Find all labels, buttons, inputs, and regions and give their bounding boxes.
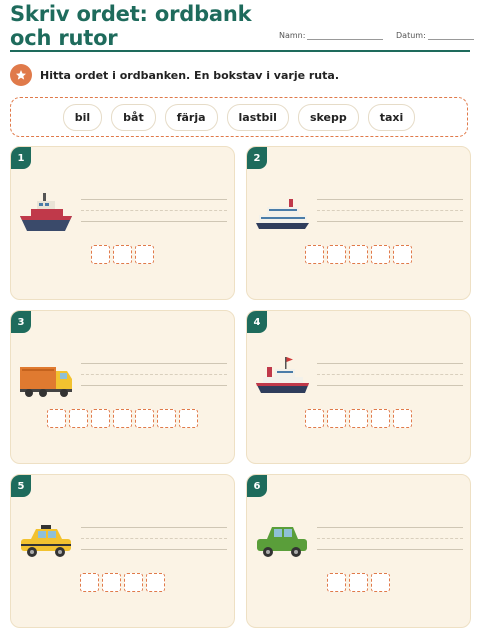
word-bank-item: lastbil	[226, 103, 289, 131]
writing-line	[317, 385, 463, 386]
card-number: 5	[11, 475, 31, 497]
card-number: 6	[247, 475, 267, 497]
writing-line	[81, 549, 227, 550]
letter-boxes	[247, 245, 470, 264]
writing-line-guide	[81, 538, 227, 539]
writing-line-guide	[81, 374, 227, 375]
writing-line	[317, 549, 463, 550]
boat-icon	[20, 193, 72, 231]
letter-box[interactable]	[124, 573, 143, 592]
letter-boxes	[11, 573, 234, 592]
writing-line-guide	[317, 538, 463, 539]
exercise-card-2: 2	[246, 146, 471, 300]
letter-box[interactable]	[157, 409, 176, 428]
writing-line	[317, 199, 463, 200]
letter-box[interactable]	[80, 573, 99, 592]
writing-line-guide	[317, 374, 463, 375]
exercise-card-6: 6	[246, 474, 471, 628]
header-divider	[10, 50, 470, 52]
word-bank-item: bil	[62, 103, 103, 131]
letter-box[interactable]	[393, 245, 412, 264]
letter-box[interactable]	[349, 573, 368, 592]
truck-icon	[20, 367, 72, 397]
letter-boxes	[247, 409, 470, 428]
letter-box[interactable]	[179, 409, 198, 428]
star-icon	[10, 64, 32, 86]
word-bank-item: färja	[164, 103, 218, 131]
letter-box[interactable]	[47, 409, 66, 428]
writing-line	[81, 363, 227, 364]
letter-box[interactable]	[146, 573, 165, 592]
letter-box[interactable]	[371, 409, 390, 428]
writing-line	[317, 221, 463, 222]
letter-box[interactable]	[327, 573, 346, 592]
letter-boxes	[11, 245, 234, 264]
letter-box[interactable]	[327, 245, 346, 264]
word-bank-item: båt	[111, 103, 156, 131]
word-bank: bil båt färja lastbil skepp taxi	[10, 97, 468, 137]
writing-line	[81, 221, 227, 222]
letter-box[interactable]	[349, 245, 368, 264]
writing-line	[317, 527, 463, 528]
letter-box[interactable]	[371, 573, 390, 592]
letter-boxes	[247, 573, 470, 592]
word-bank-item: skepp	[297, 103, 359, 131]
taxi-icon	[21, 525, 71, 557]
writing-line-guide	[81, 210, 227, 211]
letter-box[interactable]	[69, 409, 88, 428]
letter-boxes	[11, 409, 234, 428]
writing-line	[317, 363, 463, 364]
exercise-card-5: 5	[10, 474, 235, 628]
card-number: 2	[247, 147, 267, 169]
letter-box[interactable]	[135, 409, 154, 428]
date-label: Datum:	[396, 31, 426, 40]
ship-icon	[256, 357, 309, 393]
letter-box[interactable]	[305, 245, 324, 264]
exercise-card-1: 1	[10, 146, 235, 300]
letter-box[interactable]	[91, 409, 110, 428]
card-number: 4	[247, 311, 267, 333]
writing-line	[81, 385, 227, 386]
letter-box[interactable]	[327, 409, 346, 428]
letter-box[interactable]	[91, 245, 110, 264]
page-title: Skriv ordet: ordbank och rutor	[10, 2, 252, 50]
instruction-row: Hitta ordet i ordbanken. En bokstav i va…	[10, 62, 339, 88]
date-line[interactable]	[427, 39, 474, 40]
letter-box[interactable]	[371, 245, 390, 264]
writing-line-guide	[317, 210, 463, 211]
name-label: Namn:	[279, 31, 306, 40]
instruction-text: Hitta ordet i ordbanken. En bokstav i va…	[40, 68, 339, 82]
card-number: 3	[11, 311, 31, 333]
writing-line	[81, 527, 227, 528]
letter-box[interactable]	[113, 245, 132, 264]
card-number: 1	[11, 147, 31, 169]
letter-box[interactable]	[393, 409, 412, 428]
letter-box[interactable]	[349, 409, 368, 428]
name-line[interactable]	[307, 39, 384, 40]
ferry-icon	[256, 199, 309, 229]
exercise-card-3: 3	[10, 310, 235, 464]
letter-box[interactable]	[102, 573, 121, 592]
date-field[interactable]: Datum:	[396, 31, 474, 40]
car-icon	[257, 527, 307, 557]
exercise-card-4: 4	[246, 310, 471, 464]
writing-line	[81, 199, 227, 200]
letter-box[interactable]	[305, 409, 324, 428]
name-field[interactable]: Namn:	[279, 31, 384, 40]
word-bank-item: taxi	[367, 103, 416, 131]
letter-box[interactable]	[135, 245, 154, 264]
letter-box[interactable]	[113, 409, 132, 428]
